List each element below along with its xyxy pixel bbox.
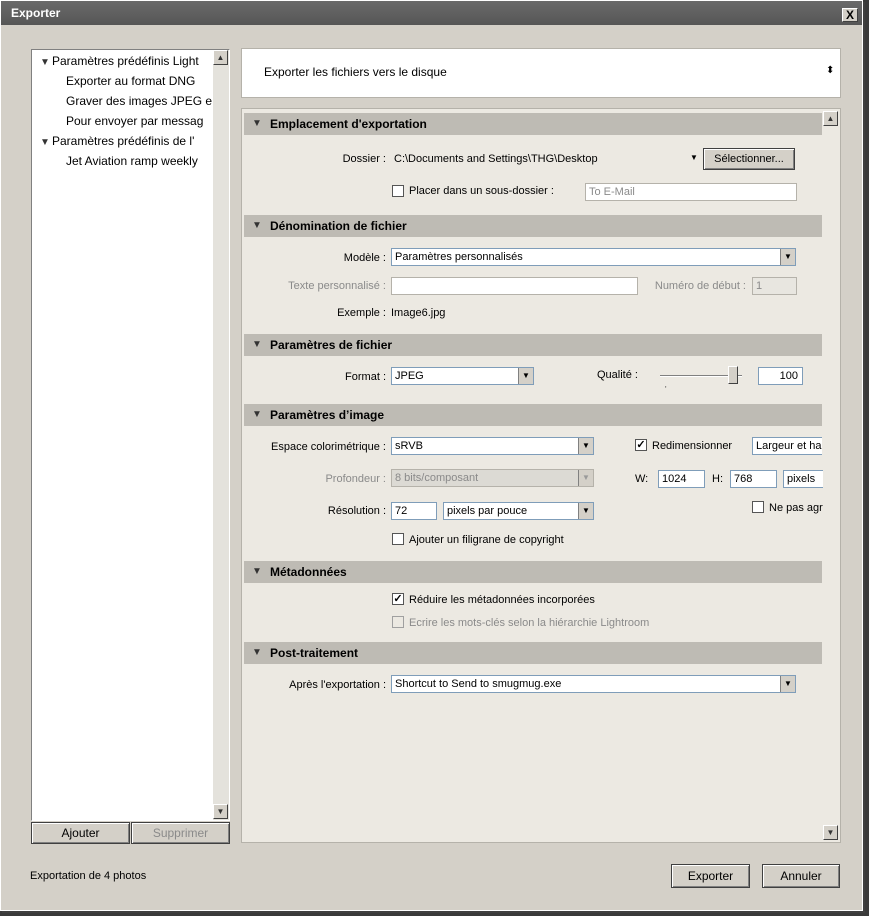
after-export-select[interactable]: Shortcut to Send to smugmug.exe ▼ <box>391 675 796 693</box>
collapse-triangle-icon[interactable]: ▼ <box>252 404 262 426</box>
folder-label: Dossier : <box>342 153 386 165</box>
keywords-hierarchy-checkbox[interactable] <box>392 616 404 628</box>
dropdown-arrow-icon[interactable]: ▼ <box>578 438 593 454</box>
example-value: Image6.jpg <box>391 307 446 319</box>
select-folder-button[interactable]: Sélectionner... <box>703 148 795 170</box>
close-button[interactable]: X <box>842 8 858 22</box>
quality-slider-thumb[interactable] <box>728 366 738 384</box>
section-header-file-settings[interactable]: ▼ Paramètres de fichier <box>244 334 822 356</box>
presets-scrollbar[interactable]: ▲ ▼ <box>213 50 229 820</box>
dropdown-arrow-icon[interactable]: ▼ <box>780 249 795 265</box>
height-input[interactable]: 768 <box>730 470 777 488</box>
example-label: Exemple : <box>337 307 386 319</box>
add-preset-button[interactable]: Ajouter <box>31 822 130 844</box>
resize-mode-select[interactable]: Largeur et hau <box>752 437 822 455</box>
expand-triangle-icon[interactable]: ▼ <box>40 57 52 68</box>
settings-scrollbar[interactable]: ▲ ▼ <box>823 109 840 842</box>
checkmark-icon: ✓ <box>393 593 403 605</box>
collapse-triangle-icon[interactable]: ▼ <box>252 642 262 664</box>
start-number-label: Numéro de début : <box>654 280 746 292</box>
collapse-triangle-icon[interactable]: ▼ <box>252 113 262 135</box>
quality-input[interactable]: 100 <box>758 367 803 385</box>
preset-item[interactable]: Graver des images JPEG e <box>66 94 212 108</box>
preset-item[interactable]: Jet Aviation ramp weekly <box>66 154 198 168</box>
preset-item[interactable]: Exporter au format DNG <box>66 74 195 88</box>
scroll-down-icon[interactable]: ▼ <box>823 825 838 840</box>
format-label: Format : <box>345 371 386 383</box>
section-header-post-processing[interactable]: ▼ Post-traitement <box>244 642 822 664</box>
section-header-location[interactable]: ▼ Emplacement d'exportation <box>244 113 822 135</box>
resolution-label: Résolution : <box>327 505 386 517</box>
minimize-metadata-checkbox[interactable]: ✓ <box>392 593 404 605</box>
remove-preset-button[interactable]: Supprimer <box>131 822 230 844</box>
subfolder-label: Placer dans un sous-dossier : <box>409 185 554 197</box>
after-export-label: Après l'exportation : <box>289 679 386 691</box>
color-space-select[interactable]: sRVB ▼ <box>391 437 594 455</box>
template-label: Modèle : <box>343 252 386 264</box>
resize-label: Redimensionner <box>652 440 733 452</box>
no-enlarge-checkbox[interactable] <box>752 501 764 513</box>
export-count-status: Exportation de 4 photos <box>30 870 147 882</box>
units-select[interactable]: pixels <box>783 470 823 488</box>
width-input[interactable]: 1024 <box>658 470 705 488</box>
subfolder-checkbox[interactable] <box>392 185 404 197</box>
window-title: Exporter <box>11 6 61 20</box>
slider-tick-icon: ' <box>665 385 667 394</box>
preset-item[interactable]: Pour envoyer par messag <box>66 114 203 128</box>
keywords-hierarchy-label: Ecrire les mots-clés selon la hiérarchie… <box>409 617 650 629</box>
checkmark-icon: ✓ <box>636 439 646 451</box>
subfolder-input[interactable]: To E-Mail <box>585 183 797 201</box>
template-select[interactable]: Paramètres personnalisés ▼ <box>391 248 796 266</box>
dropdown-arrow-icon[interactable]: ▼ <box>518 368 533 384</box>
dropdown-arrow-icon[interactable]: ▼ <box>578 470 593 486</box>
updown-arrows-icon: ⬍ <box>826 65 835 76</box>
format-select[interactable]: JPEG ▼ <box>391 367 534 385</box>
depth-select[interactable]: 8 bits/composant ▼ <box>391 469 594 487</box>
settings-panel: ▼ Emplacement d'exportation Dossier : C:\… <box>241 108 841 843</box>
scroll-up-icon[interactable]: ▲ <box>823 111 838 126</box>
preset-group-user[interactable]: ▼ Paramètres prédéfinis de l' <box>40 134 194 148</box>
cancel-button[interactable]: Annuler <box>762 864 840 888</box>
depth-label: Profondeur : <box>325 473 386 485</box>
color-space-label: Espace colorimétrique : <box>271 441 386 453</box>
folder-path: C:\Documents and Settings\THG\Desktop <box>394 153 598 165</box>
title-bar: Exporter X <box>1 1 862 25</box>
custom-text-input[interactable] <box>391 277 638 295</box>
minimize-metadata-label: Réduire les métadonnées incorporées <box>409 594 595 606</box>
collapse-triangle-icon[interactable]: ▼ <box>252 561 262 583</box>
collapse-triangle-icon[interactable]: ▼ <box>252 215 262 237</box>
resize-checkbox[interactable]: ✓ <box>635 439 647 451</box>
expand-triangle-icon[interactable]: ▼ <box>40 137 52 148</box>
watermark-label: Ajouter un filigrane de copyright <box>409 534 564 546</box>
preset-group-lightroom[interactable]: ▼ Paramètres prédéfinis Light <box>40 54 199 68</box>
watermark-checkbox[interactable] <box>392 533 404 545</box>
collapse-triangle-icon[interactable]: ▼ <box>252 334 262 356</box>
scroll-up-icon[interactable]: ▲ <box>213 50 228 65</box>
destination-value: Exporter les fichiers vers le disque <box>264 65 447 79</box>
presets-tree: ▼ Paramètres prédéfinis Light Exporter au… <box>31 49 230 821</box>
start-number-input[interactable]: 1 <box>752 277 797 295</box>
custom-text-label: Texte personnalisé : <box>288 280 386 292</box>
resolution-units-select[interactable]: pixels par pouce ▼ <box>443 502 594 520</box>
section-header-image-settings[interactable]: ▼ Paramètres d’image <box>244 404 822 426</box>
width-label: W: <box>635 473 649 485</box>
dropdown-arrow-icon[interactable]: ▼ <box>578 503 593 519</box>
export-button[interactable]: Exporter <box>671 864 750 888</box>
no-enlarge-label: Ne pas agra <box>769 502 829 514</box>
export-dialog: Exporter X ▼ Paramètres prédéfinis Light … <box>0 0 863 911</box>
folder-dropdown-icon[interactable]: ▼ <box>690 153 698 162</box>
section-header-metadata[interactable]: ▼ Métadonnées <box>244 561 822 583</box>
resolution-input[interactable]: 72 <box>391 502 437 520</box>
section-header-naming[interactable]: ▼ Dénomination de fichier <box>244 215 822 237</box>
quality-label: Qualité : <box>597 369 638 381</box>
dropdown-arrow-icon[interactable]: ▼ <box>780 676 795 692</box>
height-label: H: <box>712 473 723 485</box>
export-destination-select[interactable]: Exporter les fichiers vers le disque ⬍ <box>241 48 841 98</box>
scroll-down-icon[interactable]: ▼ <box>213 804 228 819</box>
